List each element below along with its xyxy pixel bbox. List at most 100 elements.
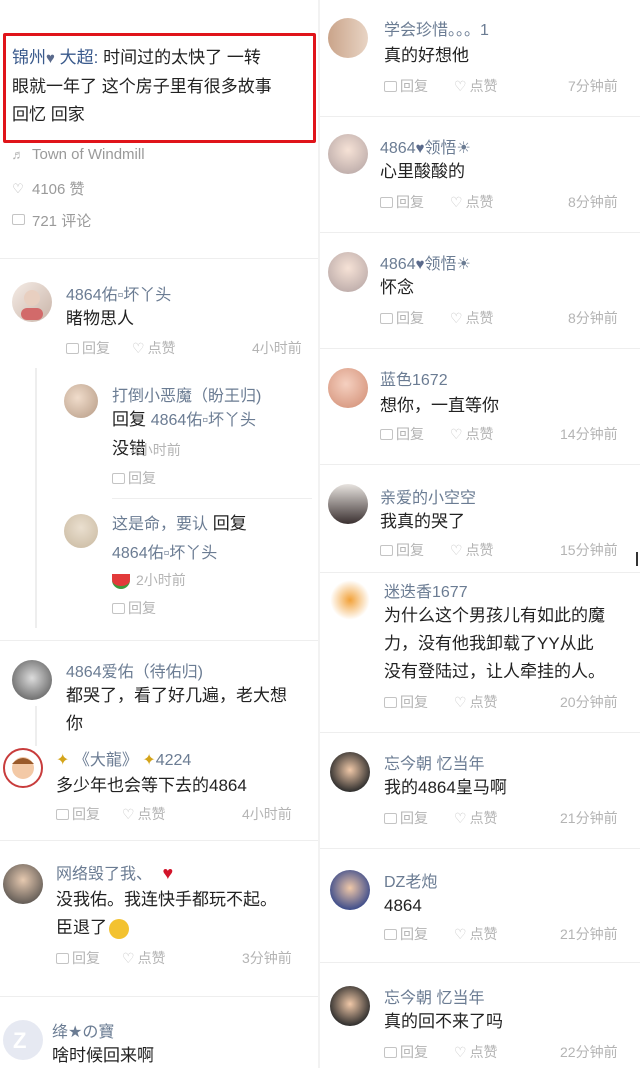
like-button[interactable]: ♡ 点赞 [454,692,498,712]
comment-author[interactable]: 4864爱佑（待佑归) [66,658,203,682]
comments-count: 721 评论 [32,213,92,230]
comment-author[interactable]: ✦ 《大龍》 ✦4224 [56,746,191,770]
divider [320,348,640,349]
reply-target[interactable]: 4864佑▫坏丫头 [112,545,217,562]
comment-time: 2小时前 [136,572,186,588]
reply-button[interactable]: 回复 [380,424,424,444]
comment-author[interactable]: 迷迭香1677 [384,578,468,602]
reply-icon [112,472,125,484]
post-author[interactable]: 锦州 [12,48,46,67]
like-button[interactable]: ♡ 点赞 [454,76,498,96]
reply-button[interactable]: 回复 [112,598,156,618]
music-info[interactable]: ♬ Town of Windmill [10,146,145,163]
avatar[interactable] [330,580,370,620]
comment-author[interactable]: 学会珍惜。。。1 [384,16,489,40]
reply-icon [380,428,393,440]
avatar[interactable] [12,660,52,700]
like-label: 点赞 [465,426,494,442]
reply-label: 回复 [82,340,110,356]
comment-author[interactable]: 4864♥领悟☀ [380,134,471,158]
comment-author[interactable]: 亲爱的小空空 [380,484,476,508]
comment-author-name: 4864 [380,140,416,157]
music-note-icon: ♬ [11,147,25,162]
reply-target[interactable]: 4864佑▫坏丫头 [151,412,256,429]
like-label: 点赞 [469,78,498,94]
avatar[interactable] [64,514,98,548]
reply-label: 回复 [400,810,428,826]
reply-label: 回复 [72,950,100,966]
like-button[interactable]: ♡ 点赞 [122,948,166,968]
reply-label: 回复 [128,470,156,486]
comment-author[interactable]: 打倒小恶魔（盼王归) [112,382,261,406]
comment-author[interactable]: 4864佑▫坏丫头 [66,281,171,305]
heart-outline-icon: ♡ [450,309,463,326]
comment-actions: 回复 ♡ 点赞 [380,540,494,560]
avatar[interactable] [3,864,43,904]
reply-button[interactable]: 回复 [384,76,428,96]
reply-button[interactable]: 回复 [380,192,424,212]
avatar[interactable] [328,368,368,408]
avatar[interactable] [330,986,370,1026]
reply-button[interactable]: 回复 [66,338,110,358]
divider [320,732,640,733]
likes-info[interactable]: ♡ 4106 赞 [10,178,84,199]
like-button[interactable]: ♡ 点赞 [454,1042,498,1062]
comments-info[interactable]: 721 评论 [10,210,91,231]
reply-button[interactable]: 回复 [380,308,424,328]
like-button[interactable]: ♡ 点赞 [122,804,166,824]
comment-author[interactable]: 忘今朝 忆当年 [384,984,484,1008]
like-button[interactable]: ♡ 点赞 [450,424,494,444]
like-label: 点赞 [469,810,498,826]
reply-icon [384,928,397,940]
like-button[interactable]: ♡ 点赞 [454,924,498,944]
divider [320,464,640,465]
comment-time: 4小时前 [131,442,181,458]
comment-author[interactable]: 绛★の寶 [52,1018,114,1042]
avatar[interactable] [12,282,52,322]
reply-icon [56,952,69,964]
comment-time: 20分钟前 [560,694,618,710]
comment-author[interactable]: 4864♥领悟☀ [380,250,471,274]
heart-outline-icon: ♡ [454,925,467,942]
comment-author[interactable]: 这是命，要认 [112,516,208,533]
reply-button[interactable]: 回复 [384,924,428,944]
avatar[interactable] [328,252,368,292]
like-label: 点赞 [137,950,166,966]
reply-button[interactable]: 回复 [384,808,428,828]
comment-text: 睹物思人 [66,309,134,328]
comment-text: 4864 [384,896,422,915]
reply-button[interactable]: 回复 [112,468,156,488]
like-button[interactable]: ♡ 点赞 [454,808,498,828]
like-button[interactable]: ♡ 点赞 [450,192,494,212]
reply-icon [380,312,393,324]
reply-icon [384,696,397,708]
like-button[interactable]: ♡ 点赞 [132,338,176,358]
avatar[interactable] [330,870,370,910]
comment-author[interactable]: 蓝色1672 [380,366,448,390]
avatar[interactable] [330,752,370,792]
like-button[interactable]: ♡ 点赞 [450,308,494,328]
comment-author[interactable]: 网络毁了我、 ♥ [56,860,173,884]
avatar[interactable]: Z [3,1020,43,1060]
reply-button[interactable]: 回复 [384,1042,428,1062]
avatar[interactable] [328,18,368,58]
section-divider [0,996,318,997]
reply-button[interactable]: 回复 [56,804,100,824]
avatar[interactable] [328,134,368,174]
reply-button[interactable]: 回复 [56,948,100,968]
avatar[interactable] [328,484,368,524]
comment-time: 7分钟前 [568,78,618,94]
comment-actions: 回复 ♡ 点赞 [380,424,494,444]
comment-author[interactable]: DZ老炮 [384,868,437,892]
comment-time: 3分钟前 [242,950,292,966]
reply-icon [384,1046,397,1058]
like-button[interactable]: ♡ 点赞 [450,540,494,560]
reply-button[interactable]: 回复 [384,692,428,712]
heart-outline-icon: ♡ [132,339,145,356]
avatar[interactable] [3,748,43,788]
avatar[interactable] [64,384,98,418]
reply-button[interactable]: 回复 [380,540,424,560]
reply-label: 回复 [396,194,424,210]
comment-time: 21分钟前 [560,926,618,942]
comment-author[interactable]: 忘今朝 忆当年 [384,750,484,774]
